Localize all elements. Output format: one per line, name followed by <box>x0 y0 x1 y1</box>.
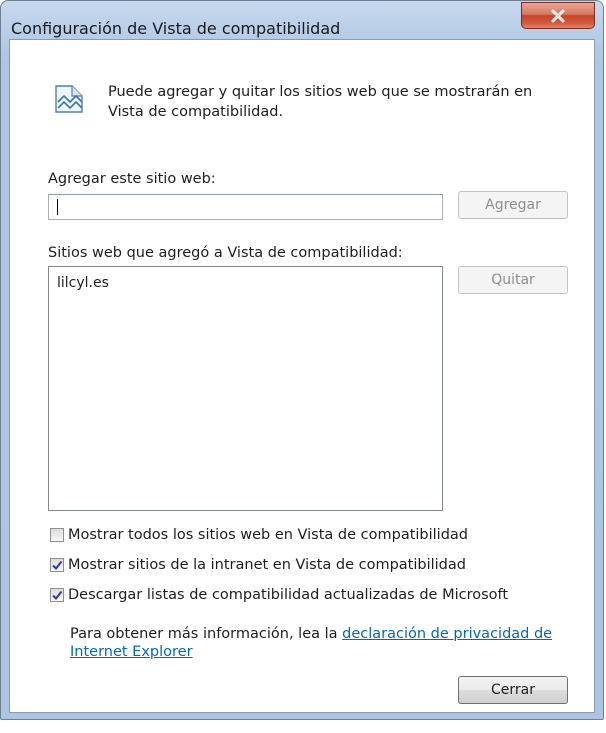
option-show-intranet-sites[interactable]: Mostrar sitios de la intranet en Vista d… <box>50 554 466 576</box>
more-info-prefix: Para obtener más información, lea la <box>70 626 343 642</box>
add-site-input[interactable] <box>48 194 443 220</box>
close-button[interactable]: Cerrar <box>458 676 568 704</box>
checkbox-label: Mostrar todos los sitios web en Vista de… <box>68 527 468 543</box>
more-info-text: Para obtener más información, lea la dec… <box>70 625 570 661</box>
list-item[interactable]: lilcyl.es <box>57 275 109 291</box>
info-text: Puede agregar y quitar los sitios web qu… <box>108 84 533 120</box>
option-show-all-sites[interactable]: Mostrar todos los sitios web en Vista de… <box>50 524 468 546</box>
text-caret <box>57 199 58 215</box>
checkbox-label: Mostrar sitios de la intranet en Vista d… <box>68 557 466 573</box>
remove-button[interactable]: Quitar <box>458 266 568 294</box>
checkmark-icon <box>52 560 63 571</box>
add-button[interactable]: Agregar <box>458 191 568 219</box>
dialog-window: Configuración de Vista de compatibilidad… <box>0 0 604 720</box>
checkbox-label: Descargar listas de compatibilidad actua… <box>68 587 509 603</box>
checkbox[interactable] <box>50 528 64 542</box>
window-close-button[interactable] <box>521 2 595 29</box>
checkmark-icon <box>52 590 63 601</box>
compat-view-icon <box>55 85 83 113</box>
sites-list-label: Sitios web que agregó a Vista de compati… <box>48 245 403 261</box>
checkbox[interactable] <box>50 588 64 602</box>
option-download-lists[interactable]: Descargar listas de compatibilidad actua… <box>50 584 508 606</box>
sites-listbox[interactable]: lilcyl.es <box>48 266 443 511</box>
close-icon <box>551 9 565 22</box>
window-title: Configuración de Vista de compatibilidad <box>11 19 341 38</box>
checkbox[interactable] <box>50 558 64 572</box>
title-bar[interactable]: Configuración de Vista de compatibilidad <box>1 1 603 41</box>
dialog-content: Puede agregar y quitar los sitios web qu… <box>9 39 595 713</box>
add-site-label: Agregar este sitio web: <box>48 171 216 187</box>
